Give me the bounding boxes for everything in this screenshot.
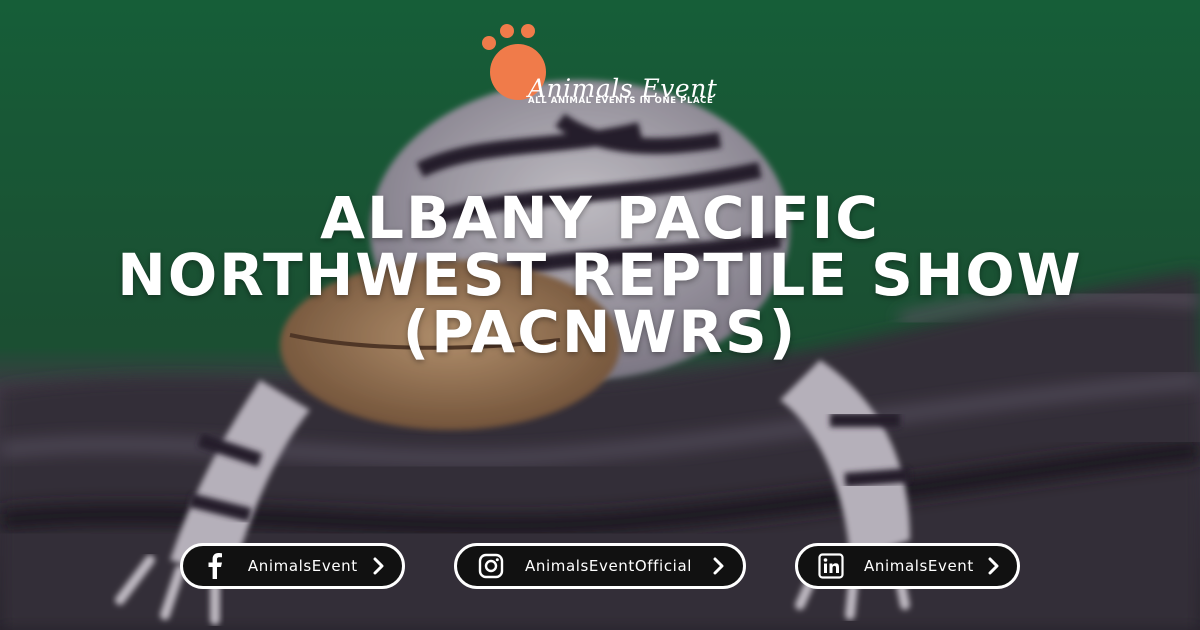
instagram-button[interactable]: AnimalsEventOfficial — [454, 543, 746, 589]
instagram-handle: AnimalsEventOfficial — [525, 557, 693, 575]
banner: Animals Event ALL ANIMAL EVENTS IN ONE P… — [0, 0, 1200, 630]
logo-tagline: ALL ANIMAL EVENTS IN ONE PLACE — [528, 96, 714, 106]
facebook-icon — [203, 552, 228, 580]
facebook-handle: AnimalsEvent — [247, 557, 358, 575]
instagram-icon — [477, 552, 505, 580]
event-title-line-2: NORTHWEST REPTILE SHOW — [117, 241, 1083, 309]
event-title: ALBANY PACIFIC NORTHWEST REPTILE SHOW (P… — [0, 184, 1200, 366]
facebook-button[interactable]: AnimalsEvent — [180, 543, 405, 589]
event-title-line-1: ALBANY PACIFIC — [320, 184, 880, 252]
event-title-line-3: (PACNWRS) — [402, 298, 798, 366]
linkedin-handle: AnimalsEvent — [864, 557, 974, 575]
linkedin-icon — [818, 552, 844, 580]
logo[interactable]: Animals Event ALL ANIMAL EVENTS IN ONE P… — [478, 22, 728, 112]
linkedin-button[interactable]: AnimalsEvent — [795, 543, 1020, 589]
chevron-right-icon — [711, 556, 727, 576]
chevron-right-icon — [988, 556, 1001, 576]
chevron-right-icon — [372, 556, 386, 576]
